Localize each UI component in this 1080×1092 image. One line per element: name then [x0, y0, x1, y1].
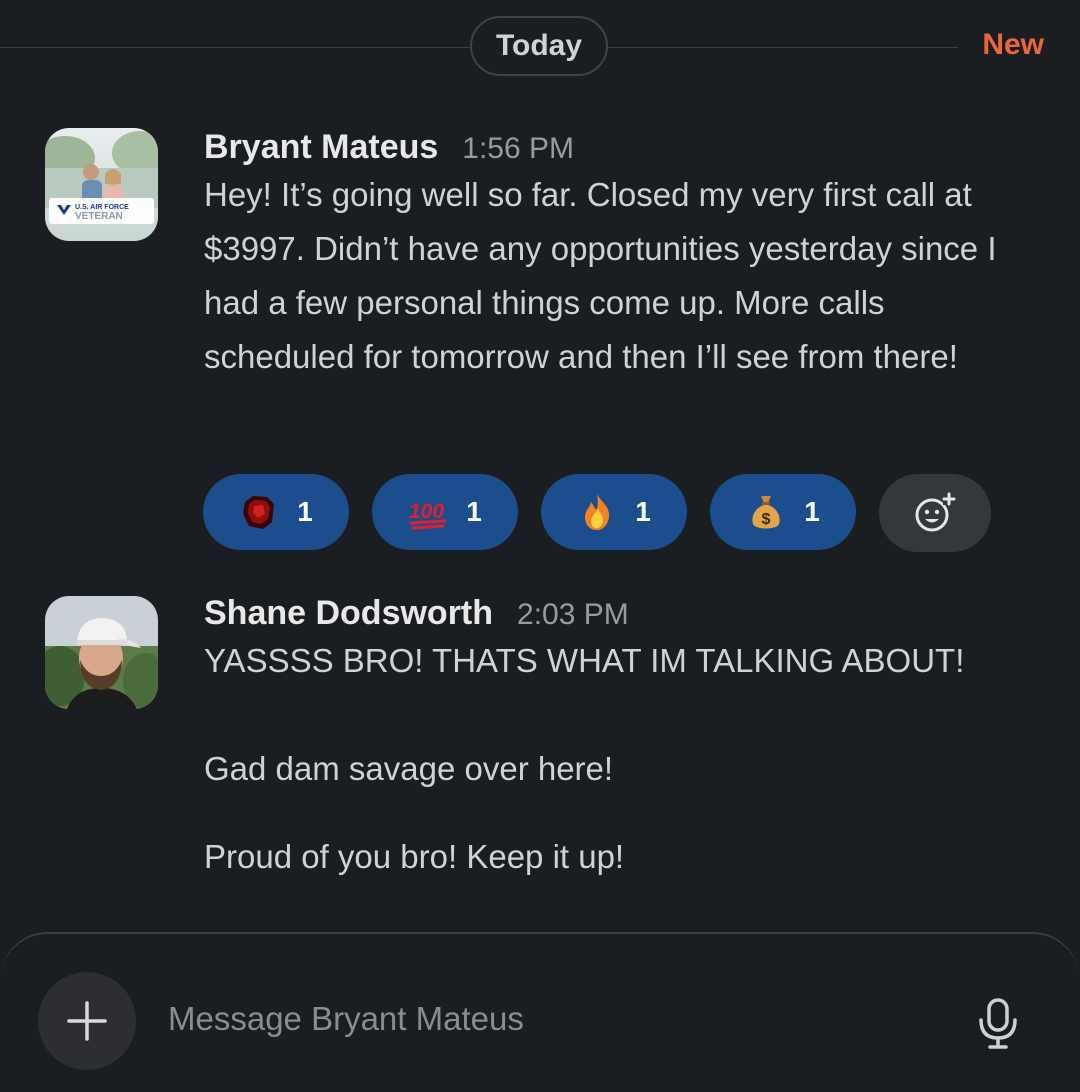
message-time[interactable]: 1:56 PM [462, 132, 574, 166]
fire-emoji [577, 492, 617, 532]
sender-name[interactable]: Shane Dodsworth [204, 594, 493, 633]
reaction-count: 1 [804, 496, 820, 527]
reaction-red-crystal[interactable]: 1 [203, 474, 349, 550]
message-paragraph: YASSSS BRO! THATS WHAT IM TALKING ABOUT! [204, 642, 965, 679]
message-input[interactable] [168, 994, 928, 1044]
message-header: Bryant Mateus 1:56 PM [204, 128, 1040, 168]
sender-name[interactable]: Bryant Mateus [204, 128, 438, 167]
reaction-count: 1 [297, 496, 313, 527]
message-paragraph: Proud of you bro! Keep it up! [204, 838, 625, 875]
divider-line-left [0, 47, 472, 48]
avatar-badge-line2: VETERAN [75, 211, 123, 222]
message-composer [0, 932, 1080, 1092]
reaction-fire[interactable]: 1 [541, 474, 687, 550]
date-divider: Today New [0, 0, 1080, 96]
microphone-button[interactable] [970, 996, 1026, 1052]
reactions-row: 1 100 1 1 $ 1 [203, 474, 991, 552]
divider-line-right [608, 47, 958, 48]
message-body: Bryant Mateus 1:56 PM Hey! It’s going we… [204, 128, 1040, 384]
date-pill[interactable]: Today [470, 16, 608, 76]
message-time[interactable]: 2:03 PM [517, 598, 629, 632]
reaction-money-bag[interactable]: $ 1 [710, 474, 856, 550]
add-reaction-icon [915, 492, 956, 532]
plus-icon [67, 1001, 107, 1041]
avatar-badge-line1: U.S. AIR FORCE [75, 204, 129, 211]
avatar-bryant[interactable]: U.S. AIR FORCE VETERAN [45, 128, 158, 241]
hundred-points-emoji: 100 [408, 492, 448, 532]
microphone-icon [979, 998, 1017, 1049]
avatar-shane[interactable] [45, 596, 158, 709]
avatar-photo-bryant: U.S. AIR FORCE VETERAN [45, 128, 158, 241]
money-bag-emoji: $ [746, 492, 786, 532]
new-messages-label: New [982, 28, 1044, 61]
avatar-photo-shane [45, 596, 158, 709]
attach-button[interactable] [38, 972, 136, 1070]
message-paragraph: Gad dam savage over here! [204, 750, 614, 787]
add-reaction-button[interactable] [879, 474, 991, 552]
reaction-count: 1 [635, 496, 651, 527]
reaction-hundred[interactable]: 100 1 [372, 474, 518, 550]
message-body: Shane Dodsworth 2:03 PM YASSSS BRO! THAT… [204, 594, 1040, 884]
message-text: Hey! It’s going well so far. Closed my v… [204, 176, 997, 375]
red-crystal-emoji [239, 492, 279, 532]
svg-text:$: $ [762, 511, 771, 528]
date-label: Today [495, 29, 583, 62]
svg-text:100: 100 [409, 500, 444, 523]
reaction-count: 1 [466, 496, 482, 527]
message-header: Shane Dodsworth 2:03 PM [204, 594, 1040, 634]
